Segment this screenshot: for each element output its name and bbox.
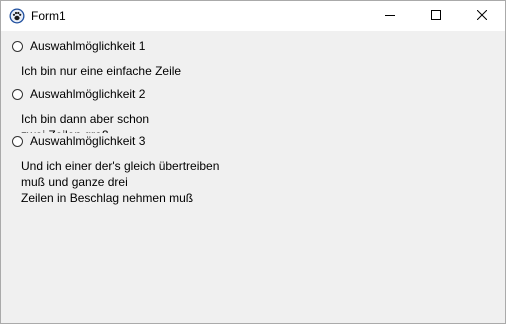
maximize-button[interactable] [413,1,459,31]
radio-option-2-label[interactable]: Auswahlmöglichkeit 2 [30,87,145,101]
minimize-button[interactable] [367,1,413,31]
radio-option-1-label[interactable]: Auswahlmöglichkeit 1 [30,39,145,53]
form-client-area: Auswahlmöglichkeit 1 Ich bin nur eine ei… [1,31,505,323]
window: Form1 Auswahlmöglichkeit 1 Ich bin nur e… [0,0,506,324]
radio-option-3[interactable]: Auswahlmöglichkeit 3 [12,133,150,149]
option-1-description: Ich bin nur eine einfache Zeile [21,64,182,78]
maximize-icon [431,9,441,23]
radio-button-circle[interactable] [12,88,23,100]
window-title: Form1 [31,9,66,23]
minimize-icon [385,9,395,23]
paw-icon[interactable] [9,8,25,24]
radio-button-circle[interactable] [12,135,23,147]
close-icon [476,9,488,23]
radio-button-circle[interactable] [12,40,23,52]
title-bar[interactable]: Form1 [1,1,505,31]
radio-option-1[interactable]: Auswahlmöglichkeit 1 [12,38,145,54]
option-2-description: Ich bin dann aber schon zwei Zeilen groß [21,112,150,135]
close-button[interactable] [459,1,505,31]
option-3-description: Und ich einer der's gleich übertreiben m… [21,159,220,205]
radio-option-3-label[interactable]: Auswahlmöglichkeit 3 [30,134,145,148]
radio-option-2[interactable]: Auswahlmöglichkeit 2 [12,86,145,102]
